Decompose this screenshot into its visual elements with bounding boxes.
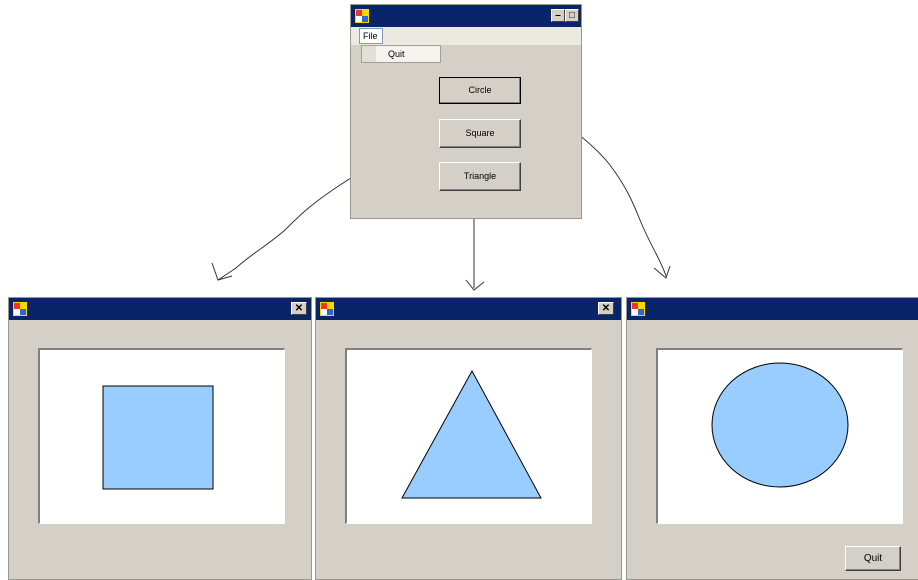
circle-window-titlebar[interactable] (627, 298, 918, 320)
minimize-icon[interactable]: – (551, 9, 565, 22)
maximize-icon[interactable]: □ (565, 9, 579, 22)
main-window: – □ File Quit Circle Square Triangle (350, 4, 582, 219)
menu-item-quit[interactable]: Quit (388, 49, 405, 59)
app-icon (320, 302, 334, 316)
arrow-triangle-head (465, 279, 485, 291)
drawing-canvas (38, 348, 285, 524)
close-icon[interactable]: ✕ (598, 302, 614, 315)
triangle-shape (401, 369, 542, 499)
arrow-circle-head (653, 265, 671, 279)
close-icon[interactable]: ✕ (291, 302, 307, 315)
dropdown-icon-strip (362, 46, 376, 62)
app-icon (13, 302, 27, 316)
menu-file[interactable]: File (359, 28, 383, 44)
quit-button[interactable]: Quit (845, 546, 901, 571)
app-icon (631, 302, 645, 316)
drawing-canvas (656, 348, 903, 524)
circle-shape (711, 362, 849, 488)
square-window-titlebar[interactable]: ✕ (9, 298, 311, 320)
drawing-canvas (345, 348, 592, 524)
square-shape (102, 385, 214, 490)
file-dropdown: Quit (361, 45, 441, 63)
app-icon (355, 9, 369, 23)
triangle-button[interactable]: Triangle (439, 162, 521, 191)
square-window: ✕ (8, 297, 312, 580)
menu-bar: File (351, 27, 581, 45)
circle-window: Quit (626, 297, 918, 580)
triangle-window-titlebar[interactable]: ✕ (316, 298, 621, 320)
square-button[interactable]: Square (439, 119, 521, 148)
main-window-titlebar[interactable]: – □ (351, 5, 581, 27)
triangle-window: ✕ (315, 297, 622, 580)
circle-button[interactable]: Circle (439, 77, 521, 104)
